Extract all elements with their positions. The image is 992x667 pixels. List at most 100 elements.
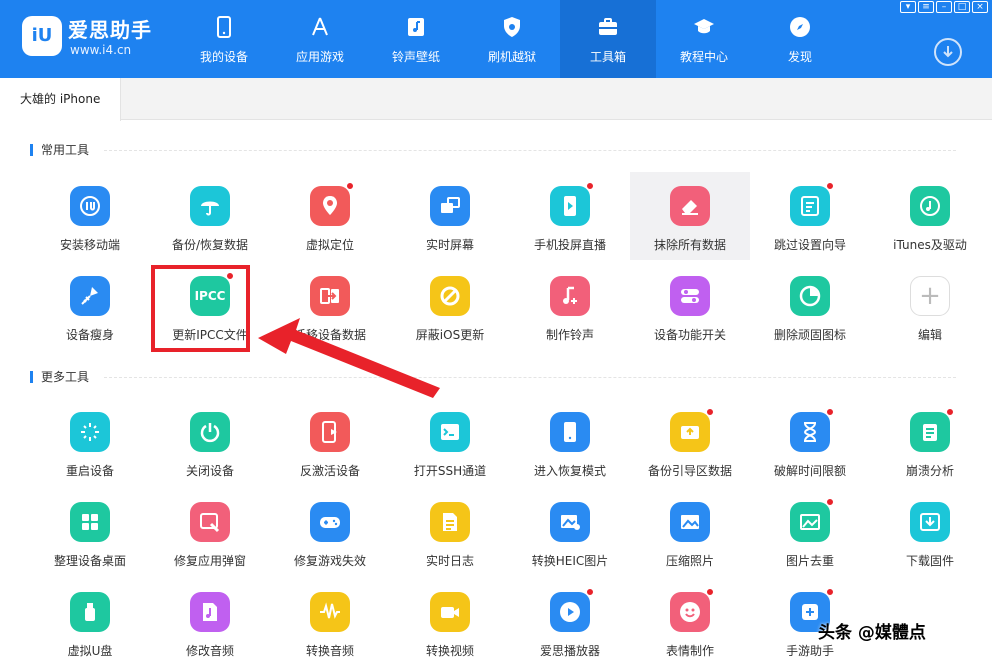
icon-text: +: [919, 281, 941, 311]
tool-item[interactable]: 屏蔽iOS更新: [390, 262, 510, 350]
log-file-icon: [430, 502, 470, 542]
audio-file-icon: [190, 592, 230, 632]
image-icon: [670, 502, 710, 542]
tool-item[interactable]: 迁移设备数据: [270, 262, 390, 350]
backup-drive-icon: [670, 412, 710, 452]
window-controls: ▾ ≡ – □ ×: [900, 1, 988, 13]
tool-item[interactable]: 崩溃分析: [870, 398, 990, 486]
tool-item[interactable]: 爱思播放器: [510, 578, 630, 666]
tool-item[interactable]: 转换视频: [390, 578, 510, 666]
nav-tutorials[interactable]: 教程中心: [656, 0, 752, 78]
nav-my-device[interactable]: 我的设备: [176, 0, 272, 78]
tool-label: 压缩照片: [665, 554, 714, 568]
notification-dot-icon: [706, 408, 714, 416]
tool-item[interactable]: + 编辑: [870, 262, 990, 350]
notification-dot-icon: [826, 498, 834, 506]
tool-item[interactable]: 制作铃声: [510, 262, 630, 350]
nav-apps-games[interactable]: 应用游戏: [272, 0, 368, 78]
device-tab-bar: 大雄的 iPhone: [0, 78, 992, 121]
tool-item[interactable]: 表情制作: [630, 578, 750, 666]
tool-label: 反激活设备: [299, 464, 360, 478]
notification-dot-icon: [946, 408, 954, 416]
emoji-icon: [670, 592, 710, 632]
tool-item[interactable]: 转换音频: [270, 578, 390, 666]
tool-item[interactable]: 重启设备: [30, 398, 150, 486]
top-header: iU 爱思助手 www.i4.cn 我的设备 应用游戏 铃声壁纸 刷机越狱 工具…: [0, 0, 992, 78]
download-manager-icon[interactable]: [934, 38, 962, 66]
minimize-button[interactable]: –: [936, 1, 952, 13]
block-update-icon: [430, 276, 470, 316]
tool-item[interactable]: iTunes及驱动: [870, 172, 990, 260]
tool-label: 设备功能开关: [653, 328, 726, 342]
tool-item[interactable]: 关闭设备: [150, 398, 270, 486]
location-pin-icon: [310, 186, 350, 226]
tool-label: 关闭设备: [185, 464, 234, 478]
tool-item[interactable]: 虚拟U盘: [30, 578, 150, 666]
tool-label: 备份引导区数据: [647, 464, 732, 478]
i4-toolbox-window: iU 爱思助手 www.i4.cn 我的设备 应用游戏 铃声壁纸 刷机越狱 工具…: [0, 0, 992, 667]
tool-item[interactable]: 下载固件: [870, 488, 990, 576]
nav-flash-jailbreak[interactable]: 刷机越狱: [464, 0, 560, 78]
phone-play-icon: [550, 186, 590, 226]
watermark: 头条 @媒體点: [818, 623, 926, 643]
repair-tool-icon: [190, 502, 230, 542]
tool-item[interactable]: 虚拟定位: [270, 172, 390, 260]
deactivate-icon: [310, 412, 350, 452]
tool-item[interactable]: 修改音频: [150, 578, 270, 666]
tool-item[interactable]: 转换HEIC图片: [510, 488, 630, 576]
tool-item[interactable]: 实时日志: [390, 488, 510, 576]
tool-item[interactable]: 打开SSH通道: [390, 398, 510, 486]
download-box-icon: [910, 502, 950, 542]
umbrella-icon: [190, 186, 230, 226]
nav-toolbox[interactable]: 工具箱: [560, 0, 656, 78]
nav-label: 刷机越狱: [487, 50, 536, 64]
tool-item[interactable]: 进入恢复模式: [510, 398, 630, 486]
tool-item[interactable]: 备份/恢复数据: [150, 172, 270, 260]
tool-item[interactable]: 跳过设置向导: [750, 172, 870, 260]
tool-label: 进入恢复模式: [533, 464, 606, 478]
tool-item[interactable]: 修复应用弹窗: [150, 488, 270, 576]
nav-discover[interactable]: 发现: [752, 0, 848, 78]
nav-ringtones-wallpapers[interactable]: 铃声壁纸: [368, 0, 464, 78]
clipboard-list-icon: [910, 412, 950, 452]
tool-label: 删除顽固图标: [773, 328, 846, 342]
tool-item[interactable]: 抹除所有数据: [630, 172, 750, 260]
section-divider: [104, 150, 956, 151]
close-button[interactable]: ×: [972, 1, 988, 13]
tool-label: iTunes及驱动: [893, 238, 967, 252]
device-tab[interactable]: 大雄的 iPhone: [0, 78, 121, 121]
tool-label: 崩溃分析: [905, 464, 954, 478]
brand-url: www.i4.cn: [70, 43, 132, 57]
section-title-more: 更多工具: [30, 371, 89, 383]
menu-button[interactable]: ≡: [918, 1, 934, 13]
skin-button[interactable]: ▾: [900, 1, 916, 13]
tool-item[interactable]: 修复游戏失效: [270, 488, 390, 576]
tool-label: 整理设备桌面: [53, 554, 126, 568]
tool-item[interactable]: 手机投屏直播: [510, 172, 630, 260]
tool-item[interactable]: 反激活设备: [270, 398, 390, 486]
plus-icon: +: [910, 276, 950, 316]
tool-label: 图片去重: [785, 554, 834, 568]
duplicate-image-icon: [790, 502, 830, 542]
eraser-icon: [670, 186, 710, 226]
tool-item[interactable]: 图片去重: [750, 488, 870, 576]
tool-label: 迁移设备数据: [293, 328, 366, 342]
tool-item[interactable]: 安装移动端: [30, 172, 150, 260]
tool-item[interactable]: 备份引导区数据: [630, 398, 750, 486]
tool-item[interactable]: 破解时间限额: [750, 398, 870, 486]
tool-item[interactable]: 整理设备桌面: [30, 488, 150, 576]
app-store-icon: [308, 14, 332, 40]
tool-item[interactable]: 实时屏幕: [390, 172, 510, 260]
notification-dot-icon: [706, 588, 714, 596]
tool-item[interactable]: 设备功能开关: [630, 262, 750, 350]
music-file-icon: [404, 14, 428, 40]
tool-label: 实时屏幕: [425, 238, 474, 252]
tool-item[interactable]: 设备瘦身: [30, 262, 150, 350]
waveform-icon: [310, 592, 350, 632]
maximize-button[interactable]: □: [954, 1, 970, 13]
tool-item[interactable]: 删除顽固图标: [750, 262, 870, 350]
tool-label: 修复应用弹窗: [173, 554, 246, 568]
tool-label: 手游助手: [785, 644, 834, 658]
tool-label: 修复游戏失效: [293, 554, 366, 568]
tool-item[interactable]: 压缩照片: [630, 488, 750, 576]
